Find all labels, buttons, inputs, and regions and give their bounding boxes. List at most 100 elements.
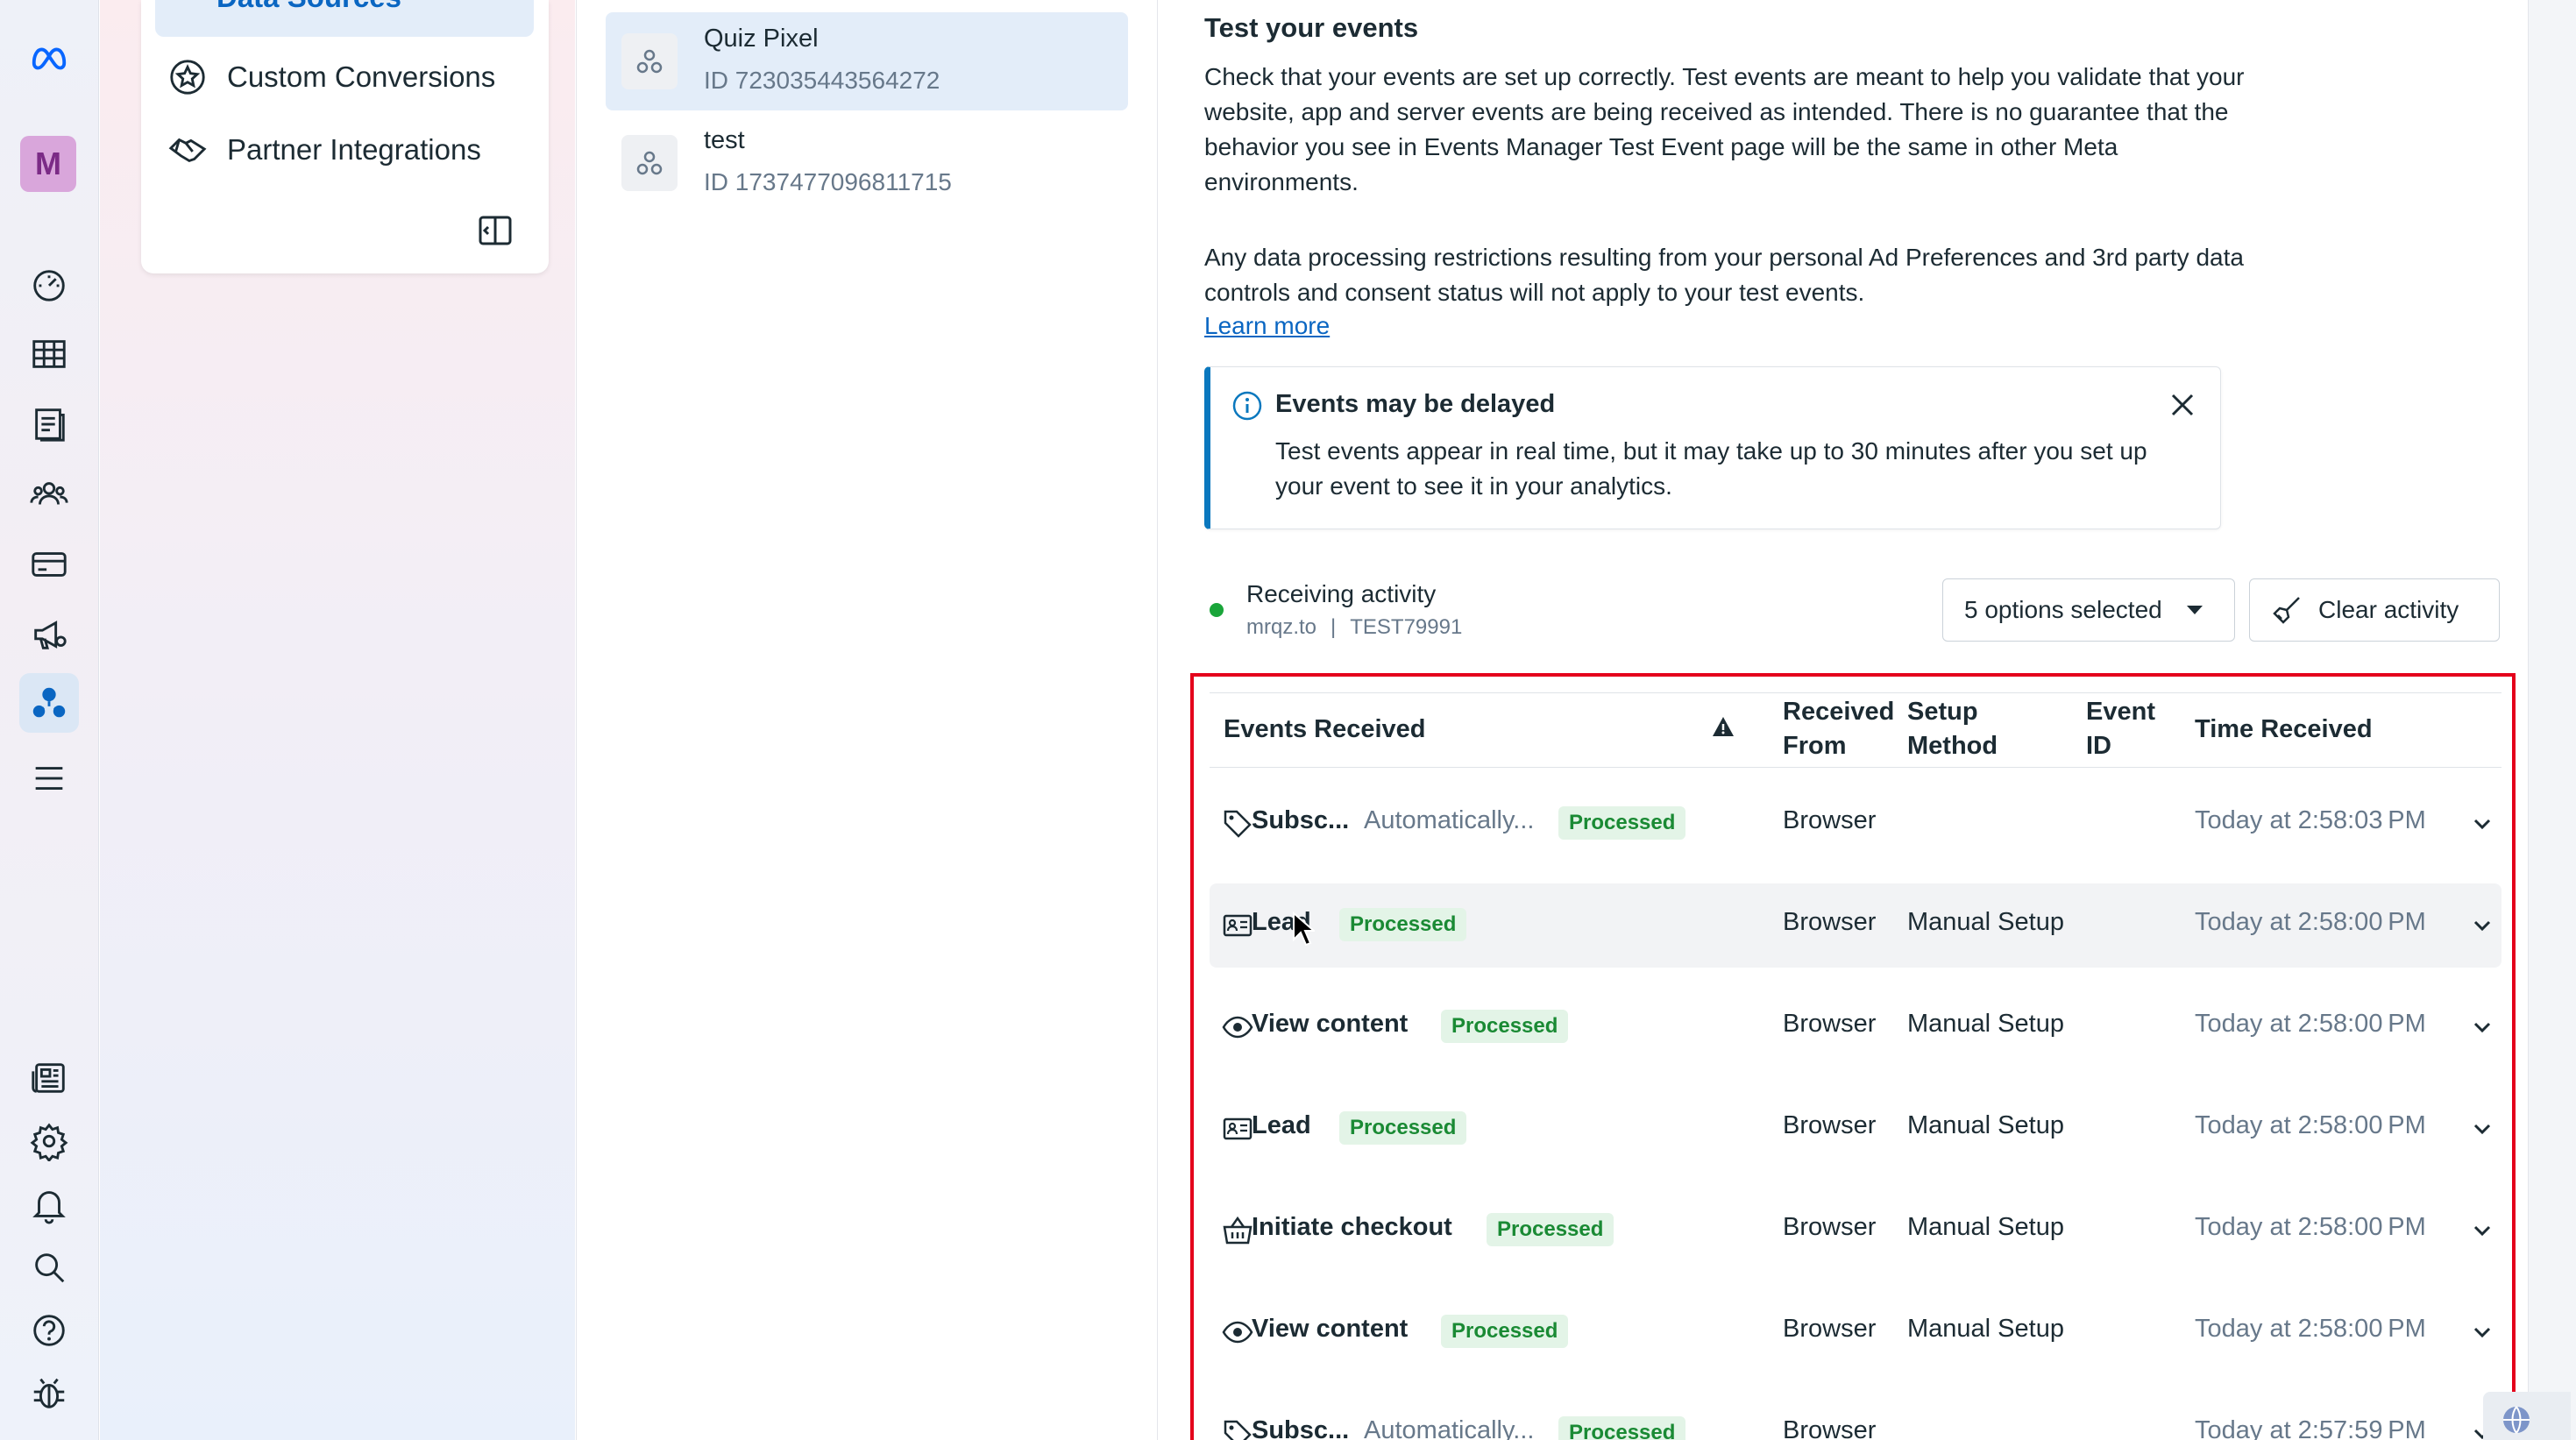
billing-icon[interactable] — [19, 535, 79, 594]
avatar[interactable]: M — [20, 136, 76, 192]
dashboard-icon[interactable] — [19, 254, 79, 314]
event-setup-hint: Automatically... — [1364, 1416, 1535, 1440]
table-row[interactable]: Lead Processed Browser Manual Setup Toda… — [1210, 1087, 2501, 1171]
nav-item-label: Partner Integrations — [227, 133, 481, 166]
chevron-down-icon[interactable] — [2472, 1220, 2493, 1241]
nav-item-partner-integrations[interactable]: Partner Integrations — [167, 125, 481, 174]
table-row[interactable]: Subsc... Automatically... Processed Brow… — [1210, 782, 2501, 866]
col-setup-method-line1: Setup — [1907, 698, 1978, 726]
clear-activity-button[interactable]: Clear activity — [2249, 578, 2500, 642]
col-event-id-line2: ID — [2086, 732, 2111, 760]
search-icon[interactable] — [19, 1238, 79, 1297]
help-icon[interactable] — [19, 1301, 79, 1360]
close-icon[interactable] — [2169, 392, 2196, 418]
table-header: Events Received Received From Setup Method… — [1210, 692, 2501, 768]
events-table: Events Received Received From Setup Method… — [1190, 673, 2516, 1440]
received-from: Browser — [1783, 1315, 1877, 1343]
table-row[interactable]: View content Processed Browser Manual Se… — [1210, 985, 2501, 1069]
bug-report-icon[interactable] — [19, 1364, 79, 1423]
status-badge: Processed — [1441, 1010, 1569, 1043]
handshake-icon — [168, 138, 207, 163]
settings-icon[interactable] — [19, 1111, 79, 1171]
intro-text: Check that your events are set up correc… — [1204, 63, 2245, 195]
received-from: Browser — [1783, 1010, 1877, 1038]
data-source-list: Quiz Pixel ID 723035443564272 test ID 17… — [576, 0, 1158, 1440]
nav-item-data-sources[interactable]: Data Sources — [155, 0, 534, 37]
tag-icon — [1224, 810, 1252, 838]
nav-item-label: Custom Conversions — [227, 60, 496, 93]
event-name: Lead — [1252, 1111, 1311, 1139]
activity-separator: | — [1331, 615, 1337, 639]
col-event-id: Event ID — [2086, 695, 2155, 763]
basket-icon — [1223, 1216, 1253, 1245]
test-code: TEST79991 — [1350, 615, 1463, 639]
table-row[interactable]: View content Processed Browser Manual Se… — [1210, 1290, 2501, 1374]
received-from: Browser — [1783, 908, 1877, 936]
learn-more-link[interactable]: Learn more — [1204, 312, 1330, 340]
contact-card-icon — [1223, 914, 1253, 937]
data-source-item[interactable]: test ID 1737477096811715 — [606, 114, 1128, 212]
filter-label: 5 options selected — [1964, 596, 2162, 623]
delay-notice: Events may be delayed Test events appear… — [1204, 366, 2221, 529]
setup-method: Manual Setup — [1907, 1111, 2064, 1139]
status-badge: Processed — [1441, 1315, 1569, 1348]
meta-logo-icon[interactable] — [19, 28, 79, 88]
col-event-id-line1: Event — [2086, 698, 2155, 726]
table-icon[interactable] — [19, 324, 79, 384]
col-received-from-line1: Received — [1783, 698, 1895, 726]
col-setup-method: Setup Method — [1907, 695, 1998, 763]
status-badge: Processed — [1487, 1213, 1614, 1246]
mouse-cursor-icon — [1293, 912, 1315, 947]
activity-status: Receiving activity — [1246, 580, 1437, 607]
menu-icon[interactable] — [19, 748, 79, 808]
setup-method: Manual Setup — [1907, 1315, 2064, 1343]
time-received: Today at 2:58:00 PM — [2195, 1010, 2426, 1038]
table-row[interactable]: Lead Processed Browser Manual Setup Toda… — [1210, 883, 2501, 968]
news-icon[interactable] — [19, 1048, 79, 1108]
eye-icon — [1222, 1321, 1253, 1344]
collapse-panel-icon[interactable] — [477, 212, 514, 249]
activity-domain: mrqz.to — [1246, 615, 1317, 639]
chevron-down-icon[interactable] — [2472, 813, 2493, 834]
setup-method: Manual Setup — [1907, 908, 2064, 936]
campaign-icon[interactable] — [19, 605, 79, 664]
col-received-from: Received From — [1783, 695, 1894, 763]
time-received: Today at 2:58:00 PM — [2195, 1213, 2426, 1241]
warning-icon[interactable] — [1711, 714, 1735, 739]
status-badge: Processed — [1339, 1111, 1467, 1145]
data-source-name: Quiz Pixel — [704, 25, 819, 53]
received-from: Browser — [1783, 1213, 1877, 1241]
status-badge: Processed — [1558, 1416, 1686, 1440]
contact-card-icon — [1223, 1117, 1253, 1140]
data-source-id: ID 1737477096811715 — [704, 168, 952, 195]
table-row[interactable]: Subsc... Automatically... Processed Brow… — [1210, 1392, 2501, 1440]
language-widget[interactable] — [2483, 1392, 2571, 1440]
nav-item-label: Data Sources — [216, 0, 401, 14]
table-row[interactable]: Initiate checkout Processed Browser Manu… — [1210, 1188, 2501, 1273]
chevron-down-icon[interactable] — [2472, 1017, 2493, 1038]
data-source-name: test — [704, 126, 745, 154]
notifications-icon[interactable] — [19, 1174, 79, 1234]
catalog-icon[interactable] — [19, 394, 79, 454]
audience-icon[interactable] — [19, 465, 79, 524]
time-received: Today at 2:58:00 PM — [2195, 1111, 2426, 1139]
status-badge: Processed — [1339, 908, 1467, 941]
left-icon-rail: M — [0, 0, 99, 1440]
chevron-down-icon[interactable] — [2472, 915, 2493, 936]
received-from: Browser — [1783, 1416, 1877, 1440]
events-manager-icon[interactable] — [19, 673, 79, 733]
notice-title: Events may be delayed — [1275, 390, 1556, 418]
col-time-received: Time Received — [2195, 715, 2373, 743]
col-events-received: Events Received — [1224, 715, 1426, 743]
nav-item-custom-conversions[interactable]: Custom Conversions — [167, 53, 495, 102]
clear-activity-label: Clear activity — [2318, 596, 2459, 623]
event-filter-dropdown[interactable]: 5 options selected — [1942, 578, 2235, 642]
chevron-down-icon[interactable] — [2472, 1118, 2493, 1139]
event-name: Initiate checkout — [1252, 1213, 1452, 1241]
data-source-item[interactable]: Quiz Pixel ID 723035443564272 — [606, 12, 1128, 110]
page-title: Test your events — [1204, 12, 1419, 43]
chevron-down-icon[interactable] — [2472, 1322, 2493, 1343]
eye-icon — [1222, 1016, 1253, 1039]
received-from: Browser — [1783, 806, 1877, 834]
activity-details: mrqz.to | TEST79991 — [1246, 615, 1462, 640]
